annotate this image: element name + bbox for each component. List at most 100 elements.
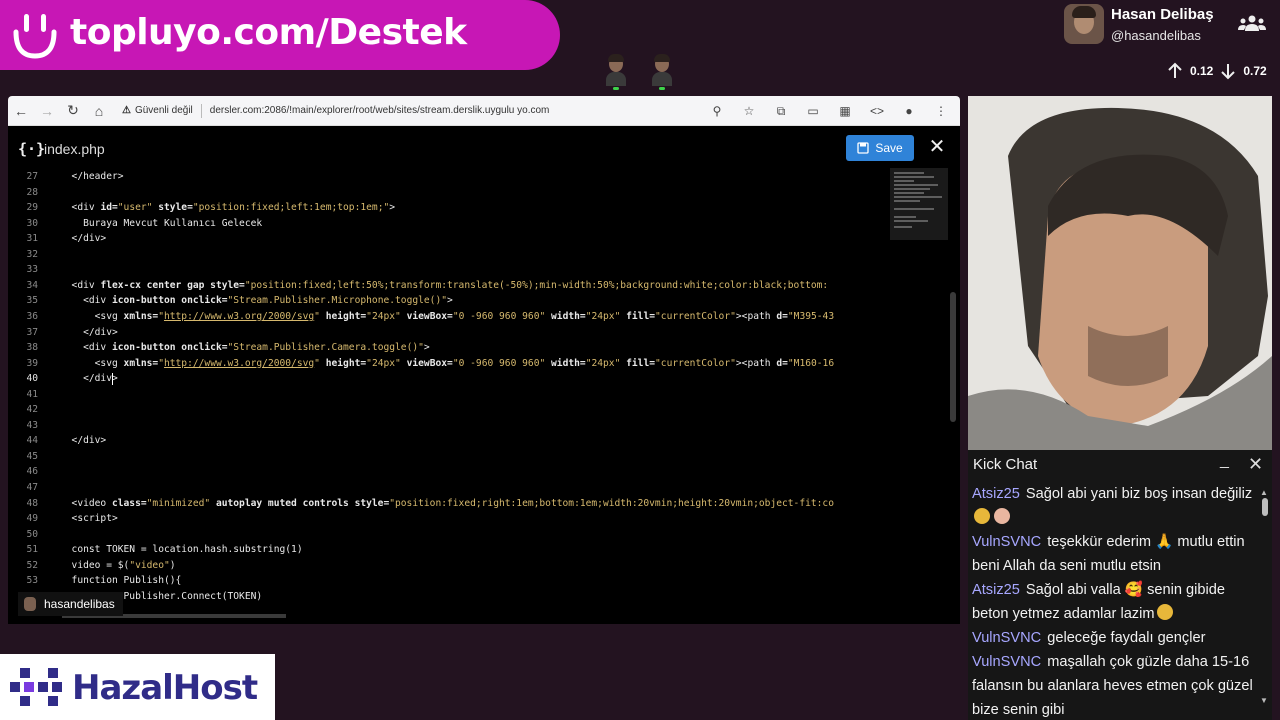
- code-token: "Stream.Publisher.Camera.toggle()": [227, 342, 424, 354]
- chat-username[interactable]: VulnSVNC: [972, 654, 1041, 670]
- code-line[interactable]: 34 <div flex-cx center gap style="positi…: [8, 278, 888, 294]
- code-line[interactable]: 54 Stream.Publisher.Connect(TOKEN): [8, 589, 888, 605]
- chat-message-list[interactable]: Atsiz25 Sağol abi yani biz boş insan deği…: [972, 482, 1254, 720]
- code-line[interactable]: 32: [8, 247, 888, 263]
- code-line[interactable]: 44 </div>: [8, 433, 888, 449]
- editor-header: [8, 126, 960, 166]
- code-token: "position:fixed;left:50%;transform:trans…: [244, 279, 829, 291]
- code-line[interactable]: 37 </div>: [8, 325, 888, 341]
- code-line[interactable]: 53 function Publish(){: [8, 573, 888, 589]
- line-number: 49: [26, 513, 38, 525]
- code-token: "currentColor": [655, 357, 736, 369]
- users-icon[interactable]: [1238, 14, 1266, 34]
- line-number: 44: [26, 435, 38, 447]
- stream-user-name: hasandelibas: [44, 597, 115, 611]
- zoom-icon[interactable]: ⚲: [704, 98, 730, 124]
- code-line[interactable]: 47: [8, 480, 888, 496]
- line-number: 38: [26, 342, 38, 354]
- code-line[interactable]: 38 <div icon-button onclick="Stream.Publ…: [8, 340, 888, 356]
- chat-username[interactable]: VulnSVNC: [972, 534, 1041, 550]
- scroll-down-icon[interactable]: ▼: [1260, 696, 1268, 705]
- line-number: 43: [26, 419, 38, 431]
- code-token: "24px": [585, 357, 627, 369]
- chat-username[interactable]: VulnSVNC: [972, 630, 1041, 646]
- code-line[interactable]: 52 video = $("video"): [8, 558, 888, 574]
- code-line[interactable]: 40 </div>: [8, 371, 888, 387]
- code-line[interactable]: 30 Buraya Mevcut Kullanıcı Gelecek: [8, 216, 888, 232]
- code-line[interactable]: 43: [8, 418, 888, 434]
- code-line[interactable]: 46: [8, 464, 888, 480]
- chat-text: Sağol abi yani biz boş insan değiliz: [1025, 486, 1253, 502]
- code-line[interactable]: 41: [8, 387, 888, 403]
- chat-scrollbar[interactable]: [1262, 498, 1268, 516]
- reload-icon[interactable]: ↻: [60, 98, 86, 124]
- code-token: <div: [60, 342, 112, 354]
- code-token: <svg: [60, 357, 124, 369]
- code-line[interactable]: 48 <video class="minimized" autoplay mut…: [8, 496, 888, 512]
- close-editor-button[interactable]: ✕: [928, 136, 946, 158]
- code-minimap[interactable]: [890, 168, 948, 240]
- minimize-icon[interactable]: _: [1220, 452, 1229, 470]
- code-token: "currentColor": [655, 310, 736, 322]
- line-number: 30: [26, 217, 38, 229]
- code-token: "24px": [366, 310, 407, 322]
- line-number: 51: [26, 544, 38, 556]
- code-token: d=: [776, 357, 788, 369]
- chat-username[interactable]: Atsiz25: [972, 582, 1020, 598]
- logo-text: HazalHost: [72, 668, 258, 708]
- line-number: 32: [26, 248, 38, 260]
- webcam-video: [968, 96, 1272, 450]
- home-icon[interactable]: ⌂: [86, 98, 112, 124]
- code-token: icon-button onclick=: [111, 295, 228, 307]
- emoji-icon: [974, 508, 990, 524]
- apps-icon[interactable]: ▦: [832, 98, 858, 124]
- code-line[interactable]: 39 <svg xmlns= "http://www.w3.org/2000/sv…: [8, 356, 888, 372]
- code-line[interactable]: 35 <div icon-button onclick="Stream.Publ…: [8, 293, 888, 309]
- code-line[interactable]: 49 <script>: [8, 511, 888, 527]
- code-token: </div>: [60, 326, 118, 338]
- code-token: icon-button onclick=: [111, 342, 228, 354]
- code-token: class=: [111, 497, 147, 509]
- code-token: ): [169, 559, 176, 571]
- back-icon[interactable]: ←: [8, 98, 34, 124]
- code-token: id=: [100, 202, 118, 214]
- extensions-icon[interactable]: ⧉: [768, 98, 794, 124]
- save-button[interactable]: Save: [846, 135, 914, 161]
- code-token: function Publish(){: [60, 575, 182, 587]
- menu-icon[interactable]: ⋮: [928, 98, 954, 124]
- cast-icon[interactable]: ▭: [800, 98, 826, 124]
- code-token: "M395-43: [787, 310, 835, 322]
- code-line[interactable]: 28: [8, 185, 888, 201]
- line-number: 33: [26, 264, 38, 276]
- viewer-avatar: [604, 54, 628, 90]
- forward-icon[interactable]: →: [34, 98, 60, 124]
- code-token: "0 -960 960 960": [452, 310, 552, 322]
- line-number: 50: [26, 528, 38, 540]
- code-line[interactable]: 29 <div id="user" style="position:fixed;…: [8, 200, 888, 216]
- scroll-up-icon[interactable]: ▲: [1260, 488, 1268, 497]
- code-token: <video: [60, 497, 112, 509]
- code-line[interactable]: 27 </header>: [8, 169, 888, 185]
- code-line[interactable]: 50: [8, 527, 888, 543]
- line-number: 53: [26, 575, 38, 587]
- code-token: ><path: [735, 310, 777, 322]
- code-line[interactable]: 36 <svg xmlns= "http://www.w3.org/2000/sv…: [8, 309, 888, 325]
- code-token: http://www.w3.org/2000/svg: [163, 357, 315, 369]
- vertical-scrollbar[interactable]: [950, 292, 956, 422]
- code-line[interactable]: 42: [8, 402, 888, 418]
- bookmark-star-icon[interactable]: ☆: [736, 98, 762, 124]
- line-number: 34: [26, 279, 38, 291]
- chat-username[interactable]: Atsiz25: [972, 486, 1020, 502]
- code-editor[interactable]: 27 </header> 28 29 <div id="user" style="p…: [8, 168, 888, 620]
- code-token: xmlns=: [123, 357, 159, 369]
- address-bar[interactable]: ⚠ Güvenli değil dersler.com:2086/!main/e…: [122, 100, 549, 122]
- code-line[interactable]: 33: [8, 262, 888, 278]
- emoji-icon: [1156, 604, 1173, 620]
- profile-icon[interactable]: ●: [896, 98, 922, 124]
- code-icon[interactable]: <>: [864, 98, 890, 124]
- close-icon[interactable]: ✕: [1248, 454, 1263, 475]
- code-line[interactable]: 45: [8, 449, 888, 465]
- code-token: ": [314, 310, 326, 322]
- code-line[interactable]: 31 </div>: [8, 231, 888, 247]
- code-line[interactable]: 51 const TOKEN = location.hash.substring…: [8, 542, 888, 558]
